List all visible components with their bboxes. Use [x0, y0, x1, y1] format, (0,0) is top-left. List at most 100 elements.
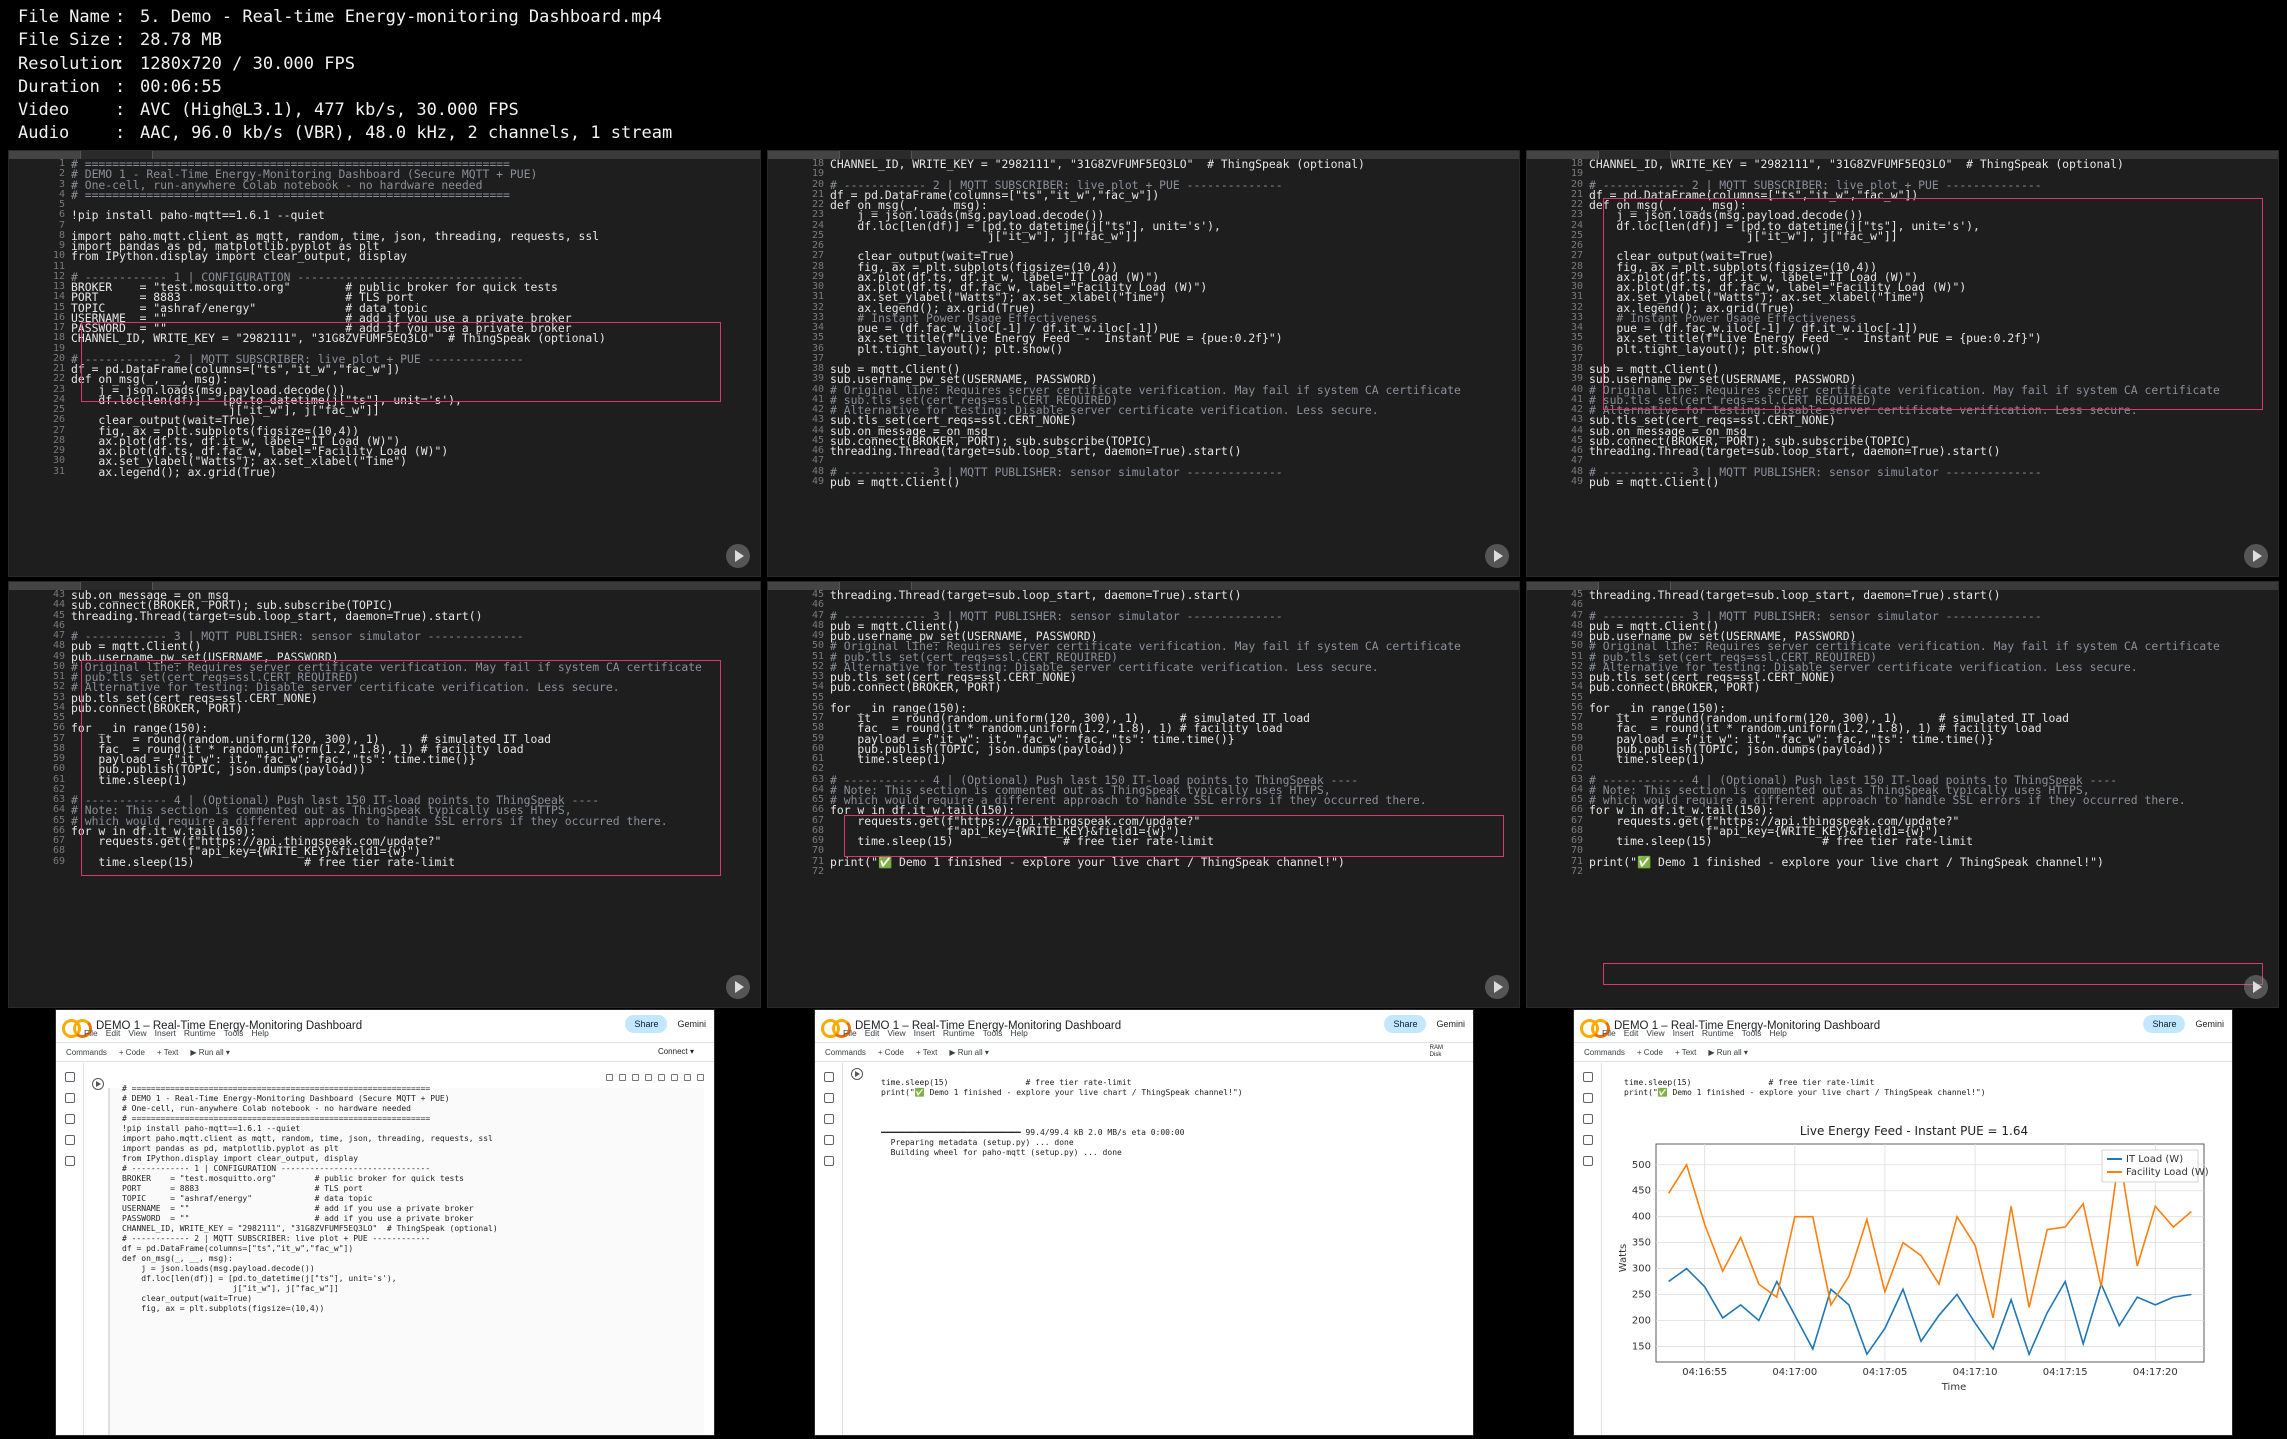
- toolbar-button[interactable]: + Code: [119, 1048, 145, 1057]
- menu-item[interactable]: Tools: [224, 1028, 244, 1038]
- cell-line: BROKER = "test.mosquitto.org" # public b…: [122, 1174, 464, 1183]
- ram-disk-indicator[interactable]: RAM Disk: [1430, 1045, 1443, 1059]
- code-line: 54 pub.connect(BROKER, PORT): [9, 702, 760, 714]
- line-number: 72: [811, 865, 824, 877]
- connect-button[interactable]: Connect ▾: [658, 1047, 694, 1056]
- info-row: Audio: AAC, 96.0 kb/s (VBR), 48.0 kHz, 2 …: [18, 122, 918, 145]
- play-icon[interactable]: [726, 544, 750, 568]
- code-text[interactable]: time.sleep(1): [71, 774, 187, 786]
- code-text[interactable]: CHANNEL_ID, WRITE_KEY = "2982111", "31G8…: [830, 158, 1365, 170]
- menu-item[interactable]: Edit: [865, 1028, 880, 1038]
- code-text[interactable]: print("✅ Demo 1 finished - explore your …: [830, 856, 1345, 868]
- code-line: 69 time.sleep(15) # free tier rate-limit: [9, 856, 760, 868]
- code-text[interactable]: plt.tight_layout(); plt.show(): [1589, 343, 1822, 355]
- menu-item[interactable]: Help: [251, 1028, 268, 1038]
- code-text[interactable]: threading.Thread(target=sub.loop_start, …: [1589, 445, 2000, 457]
- menu-item[interactable]: Tools: [983, 1028, 1003, 1038]
- code-text[interactable]: time.sleep(1): [830, 753, 946, 765]
- cell-line: j["it_w"], j["fac_w"]]: [122, 1284, 339, 1293]
- colab-toolbar: Commands + Code + Text ▶ Run all ▾: [1574, 1042, 2232, 1062]
- line-number: 62: [1570, 763, 1583, 775]
- code-text[interactable]: pub = mqtt.Client(): [830, 476, 960, 488]
- code-text[interactable]: !pip install paho-mqtt==1.6.1 --quiet: [71, 209, 325, 221]
- gemini-button[interactable]: Gemini: [2195, 1019, 2224, 1029]
- line-number: 31: [811, 291, 824, 303]
- play-icon[interactable]: [1485, 975, 1509, 999]
- share-button[interactable]: Share: [1384, 1015, 1427, 1033]
- code-text[interactable]: pub.connect(BROKER, PORT): [1589, 681, 1760, 693]
- menu-item[interactable]: Insert: [1673, 1028, 1694, 1038]
- info-separator: :: [115, 7, 126, 27]
- code-text[interactable]: time.sleep(15) # free tier rate-limit: [1589, 835, 1973, 847]
- toolbar-button[interactable]: Commands: [66, 1048, 107, 1057]
- toolbar-button[interactable]: + Code: [1637, 1048, 1663, 1057]
- code-text[interactable]: j["it_w"], j["fac_w"]]: [1589, 230, 1898, 242]
- toolbar-button[interactable]: ▶ Run all ▾: [190, 1048, 230, 1057]
- code-text[interactable]: threading.Thread(target=sub.loop_start, …: [1589, 589, 2000, 601]
- toolbar-button[interactable]: + Text: [1675, 1048, 1696, 1057]
- menu-item[interactable]: File: [84, 1028, 98, 1038]
- run-cell-icon[interactable]: [851, 1068, 863, 1080]
- code-text[interactable]: pub = mqtt.Client(): [1589, 476, 1719, 488]
- header-actions: Share Gemini: [2143, 1015, 2224, 1033]
- toolbar-button[interactable]: ▶ Run all ▾: [1708, 1048, 1748, 1057]
- toolbar-button[interactable]: + Text: [157, 1048, 178, 1057]
- code-text[interactable]: threading.Thread(target=sub.loop_start, …: [71, 610, 482, 622]
- menu-item[interactable]: Help: [1769, 1028, 1786, 1038]
- code-line: 45 threading.Thread(target=sub.loop_start…: [768, 589, 1519, 601]
- code-text[interactable]: ax.legend(); ax.grid(True): [71, 466, 276, 478]
- code-text[interactable]: time.sleep(15) # free tier rate-limit: [71, 856, 455, 868]
- code-text[interactable]: print("✅ Demo 1 finished - explore your …: [1589, 856, 2104, 868]
- code-text[interactable]: time.sleep(1): [1589, 753, 1705, 765]
- menu-item[interactable]: Runtime: [184, 1028, 216, 1038]
- menu-item[interactable]: View: [887, 1028, 905, 1038]
- play-icon[interactable]: [2244, 544, 2268, 568]
- code-text[interactable]: threading.Thread(target=sub.loop_start, …: [830, 589, 1241, 601]
- play-icon[interactable]: [2244, 975, 2268, 999]
- menu-item[interactable]: Insert: [155, 1028, 176, 1038]
- gemini-button[interactable]: Gemini: [1436, 1019, 1465, 1029]
- code-text[interactable]: pub.connect(BROKER, PORT): [71, 702, 242, 714]
- code-text[interactable]: CHANNEL_ID, WRITE_KEY = "2982111", "31G8…: [71, 332, 606, 344]
- toolbar-button[interactable]: + Code: [878, 1048, 904, 1057]
- menu-item[interactable]: File: [1602, 1028, 1616, 1038]
- gemini-button[interactable]: Gemini: [677, 1019, 706, 1029]
- code-text[interactable]: plt.tight_layout(); plt.show(): [830, 343, 1063, 355]
- code-text[interactable]: time.sleep(15) # free tier rate-limit: [830, 835, 1214, 847]
- info-key: Video: [18, 100, 70, 121]
- cell-line: CHANNEL_ID, WRITE_KEY = "2982111", "31G8…: [122, 1224, 498, 1233]
- cell-output: ━━━━━━━━━━━━━━━━━━━━━━━━━━━━━ 99.4/99.4 …: [881, 1128, 1463, 1158]
- run-cell-icon[interactable]: [92, 1078, 104, 1090]
- toolbar-button[interactable]: Commands: [825, 1048, 866, 1057]
- cell-line: # ------------ 2 | MQTT SUBSCRIBER: live…: [122, 1234, 431, 1243]
- share-button[interactable]: Share: [625, 1015, 668, 1033]
- y-tick-label: 400: [1632, 1212, 1651, 1223]
- cell-line: # ------------ 1 | CONFIGURATION -------…: [122, 1164, 431, 1173]
- code-text[interactable]: # ======================================…: [71, 189, 510, 201]
- menu-item[interactable]: File: [843, 1028, 857, 1038]
- menu-item[interactable]: Insert: [914, 1028, 935, 1038]
- play-icon[interactable]: [1485, 544, 1509, 568]
- menu-item[interactable]: Runtime: [943, 1028, 975, 1038]
- code-line: 69 time.sleep(15) # free tier rate-limit: [768, 835, 1519, 847]
- toolbar-button[interactable]: ▶ Run all ▾: [949, 1048, 989, 1057]
- menu-item[interactable]: Help: [1010, 1028, 1027, 1038]
- menu-item[interactable]: Tools: [1742, 1028, 1762, 1038]
- info-separator: :: [115, 30, 126, 51]
- code-text[interactable]: from IPython.display import clear_output…: [71, 250, 407, 262]
- info-key: File Name: [18, 7, 111, 27]
- code-text[interactable]: threading.Thread(target=sub.loop_start, …: [830, 445, 1241, 457]
- code-text[interactable]: pub.connect(BROKER, PORT): [830, 681, 1001, 693]
- menu-item[interactable]: Edit: [1624, 1028, 1639, 1038]
- share-button[interactable]: Share: [2143, 1015, 2186, 1033]
- toolbar-button[interactable]: Commands: [1584, 1048, 1625, 1057]
- toolbar-button[interactable]: + Text: [916, 1048, 937, 1057]
- code-text[interactable]: CHANNEL_ID, WRITE_KEY = "2982111", "31G8…: [1589, 158, 2124, 170]
- menu-item[interactable]: Runtime: [1702, 1028, 1734, 1038]
- menu-item[interactable]: View: [128, 1028, 146, 1038]
- menu-item[interactable]: View: [1646, 1028, 1664, 1038]
- play-icon[interactable]: [726, 975, 750, 999]
- menu-item[interactable]: Edit: [106, 1028, 121, 1038]
- code-text[interactable]: j["it_w"], j["fac_w"]]: [830, 230, 1139, 242]
- disk-label: Disk: [1429, 1052, 1442, 1058]
